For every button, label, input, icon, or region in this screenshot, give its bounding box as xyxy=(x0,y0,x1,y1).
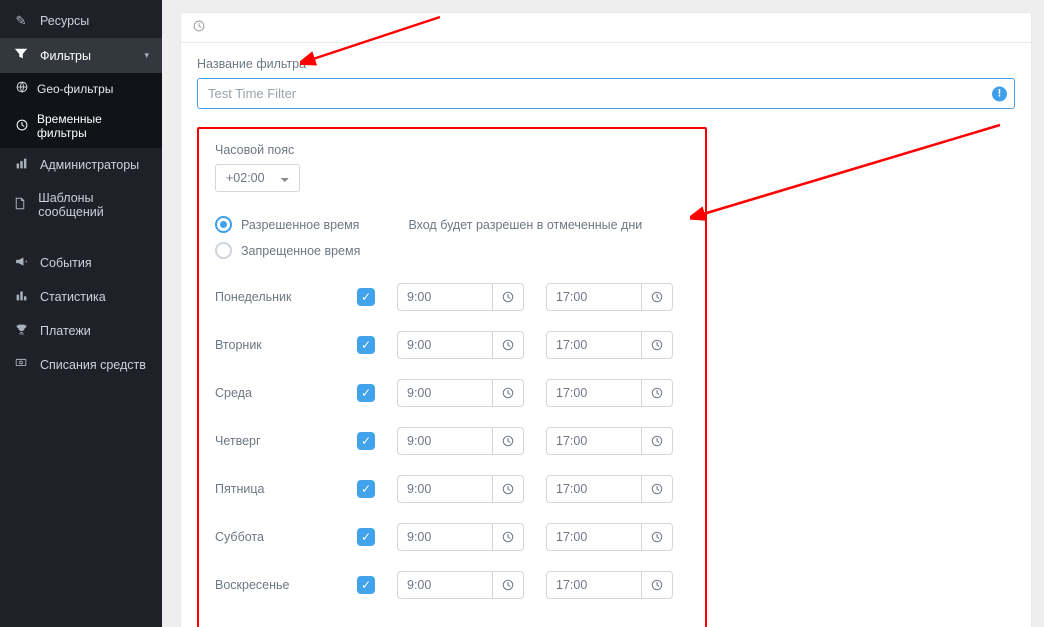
funnel-icon xyxy=(13,47,29,64)
end-time-input[interactable] xyxy=(546,523,641,551)
clock-picker-button[interactable] xyxy=(641,523,673,551)
sidebar-item-label: Списания средств xyxy=(40,358,146,372)
filter-name-input[interactable] xyxy=(197,78,1015,109)
sidebar-subitem-timefilters[interactable]: Временные фильтры xyxy=(0,104,162,148)
time-filter-config-box: Часовой пояс +02:00 Разрешенное время Вх… xyxy=(197,127,707,627)
start-time-input[interactable] xyxy=(397,283,492,311)
sidebar-item-label: Фильтры xyxy=(40,49,91,63)
sidebar-item-stats[interactable]: Статистика xyxy=(0,280,162,314)
day-label: Пятница xyxy=(215,482,335,496)
schedule-row: Суббота ✓ xyxy=(215,523,689,551)
info-icon[interactable]: ! xyxy=(992,86,1007,101)
chevron-down-icon: ▾ xyxy=(144,50,149,61)
main-content: Название фильтра ! Часовой пояс +02:00 Р… xyxy=(162,0,1044,627)
day-label: Вторник xyxy=(215,338,335,352)
radio-label: Запрещенное время xyxy=(241,244,360,258)
day-checkbox[interactable]: ✓ xyxy=(357,288,375,306)
clock-picker-button[interactable] xyxy=(492,523,524,551)
sidebar-item-label: Ресурсы xyxy=(40,14,89,28)
radio-forbidden-time[interactable]: Запрещенное время xyxy=(215,242,689,259)
sidebar-subitem-label: Временные фильтры xyxy=(37,112,149,140)
radio-icon xyxy=(215,242,232,259)
sidebar-item-label: Шаблоны сообщений xyxy=(38,191,149,219)
pencil-icon: ✎ xyxy=(13,13,29,29)
sidebar: ✎ Ресурсы Фильтры ▾ Geo-фильтры Временны… xyxy=(0,0,162,627)
clock-icon xyxy=(193,21,205,35)
end-time-input[interactable] xyxy=(546,571,641,599)
day-label: Воскресенье xyxy=(215,578,335,592)
sidebar-item-resources[interactable]: ✎ Ресурсы xyxy=(0,4,162,38)
radio-label: Разрешенное время xyxy=(241,218,359,232)
filter-name-label: Название фильтра xyxy=(197,57,1015,71)
radio-icon xyxy=(215,216,232,233)
stats-icon xyxy=(13,289,29,305)
day-checkbox[interactable]: ✓ xyxy=(357,528,375,546)
clock-picker-button[interactable] xyxy=(641,571,673,599)
filter-panel: Название фильтра ! Часовой пояс +02:00 Р… xyxy=(180,12,1032,627)
clock-picker-button[interactable] xyxy=(641,283,673,311)
end-time-input[interactable] xyxy=(546,475,641,503)
day-label: Четверг xyxy=(215,434,335,448)
clock-picker-button[interactable] xyxy=(492,571,524,599)
schedule-row: Воскресенье ✓ xyxy=(215,571,689,599)
sidebar-item-label: События xyxy=(40,256,92,270)
schedule-row: Пятница ✓ xyxy=(215,475,689,503)
panel-strip xyxy=(181,13,1031,43)
start-time-input[interactable] xyxy=(397,427,492,455)
schedule-list: Понедельник✓Вторник✓Среда✓Четверг✓Пятниц… xyxy=(215,283,689,599)
end-time-input[interactable] xyxy=(546,331,641,359)
start-time-input[interactable] xyxy=(397,571,492,599)
day-label: Суббота xyxy=(215,530,335,544)
end-time-input[interactable] xyxy=(546,283,641,311)
clock-picker-button[interactable] xyxy=(492,331,524,359)
clock-picker-button[interactable] xyxy=(492,379,524,407)
globe-icon xyxy=(16,81,28,96)
end-time-input[interactable] xyxy=(546,379,641,407)
sidebar-item-filters[interactable]: Фильтры ▾ xyxy=(0,38,162,73)
end-time-input[interactable] xyxy=(546,427,641,455)
megaphone-icon xyxy=(13,255,29,271)
day-checkbox[interactable]: ✓ xyxy=(357,336,375,354)
sidebar-item-label: Администраторы xyxy=(40,158,139,172)
document-icon xyxy=(13,197,27,213)
clock-icon xyxy=(16,119,28,134)
chart-icon xyxy=(13,157,29,173)
start-time-input[interactable] xyxy=(397,523,492,551)
money-icon xyxy=(13,357,29,372)
sidebar-item-deductions[interactable]: Списания средств xyxy=(0,348,162,381)
start-time-input[interactable] xyxy=(397,475,492,503)
clock-picker-button[interactable] xyxy=(492,283,524,311)
day-checkbox[interactable]: ✓ xyxy=(357,384,375,402)
schedule-row: Среда ✓ xyxy=(215,379,689,407)
schedule-row: Четверг ✓ xyxy=(215,427,689,455)
schedule-row: Понедельник ✓ xyxy=(215,283,689,311)
day-label: Понедельник xyxy=(215,290,335,304)
radio-allowed-time[interactable]: Разрешенное время Вход будет разрешен в … xyxy=(215,216,689,233)
start-time-input[interactable] xyxy=(397,331,492,359)
clock-picker-button[interactable] xyxy=(641,331,673,359)
sidebar-item-label: Статистика xyxy=(40,290,106,304)
day-checkbox[interactable]: ✓ xyxy=(357,432,375,450)
sidebar-item-admins[interactable]: Администраторы xyxy=(0,148,162,182)
sidebar-subitem-geofilters[interactable]: Geo-фильтры xyxy=(0,73,162,104)
clock-picker-button[interactable] xyxy=(492,427,524,455)
start-time-input[interactable] xyxy=(397,379,492,407)
sidebar-item-label: Платежи xyxy=(40,324,91,338)
clock-picker-button[interactable] xyxy=(641,427,673,455)
sidebar-item-events[interactable]: События xyxy=(0,246,162,280)
timezone-label: Часовой пояс xyxy=(215,143,689,157)
day-checkbox[interactable]: ✓ xyxy=(357,576,375,594)
schedule-row: Вторник ✓ xyxy=(215,331,689,359)
day-checkbox[interactable]: ✓ xyxy=(357,480,375,498)
clock-picker-button[interactable] xyxy=(641,475,673,503)
day-label: Среда xyxy=(215,386,335,400)
radio-hint: Вход будет разрешен в отмеченные дни xyxy=(408,218,642,232)
sidebar-subitem-label: Geo-фильтры xyxy=(37,82,113,96)
sidebar-item-payments[interactable]: Платежи xyxy=(0,314,162,348)
clock-picker-button[interactable] xyxy=(492,475,524,503)
clock-picker-button[interactable] xyxy=(641,379,673,407)
sidebar-item-templates[interactable]: Шаблоны сообщений xyxy=(0,182,162,228)
trophy-icon xyxy=(13,323,29,339)
timezone-select[interactable]: +02:00 xyxy=(215,164,300,192)
